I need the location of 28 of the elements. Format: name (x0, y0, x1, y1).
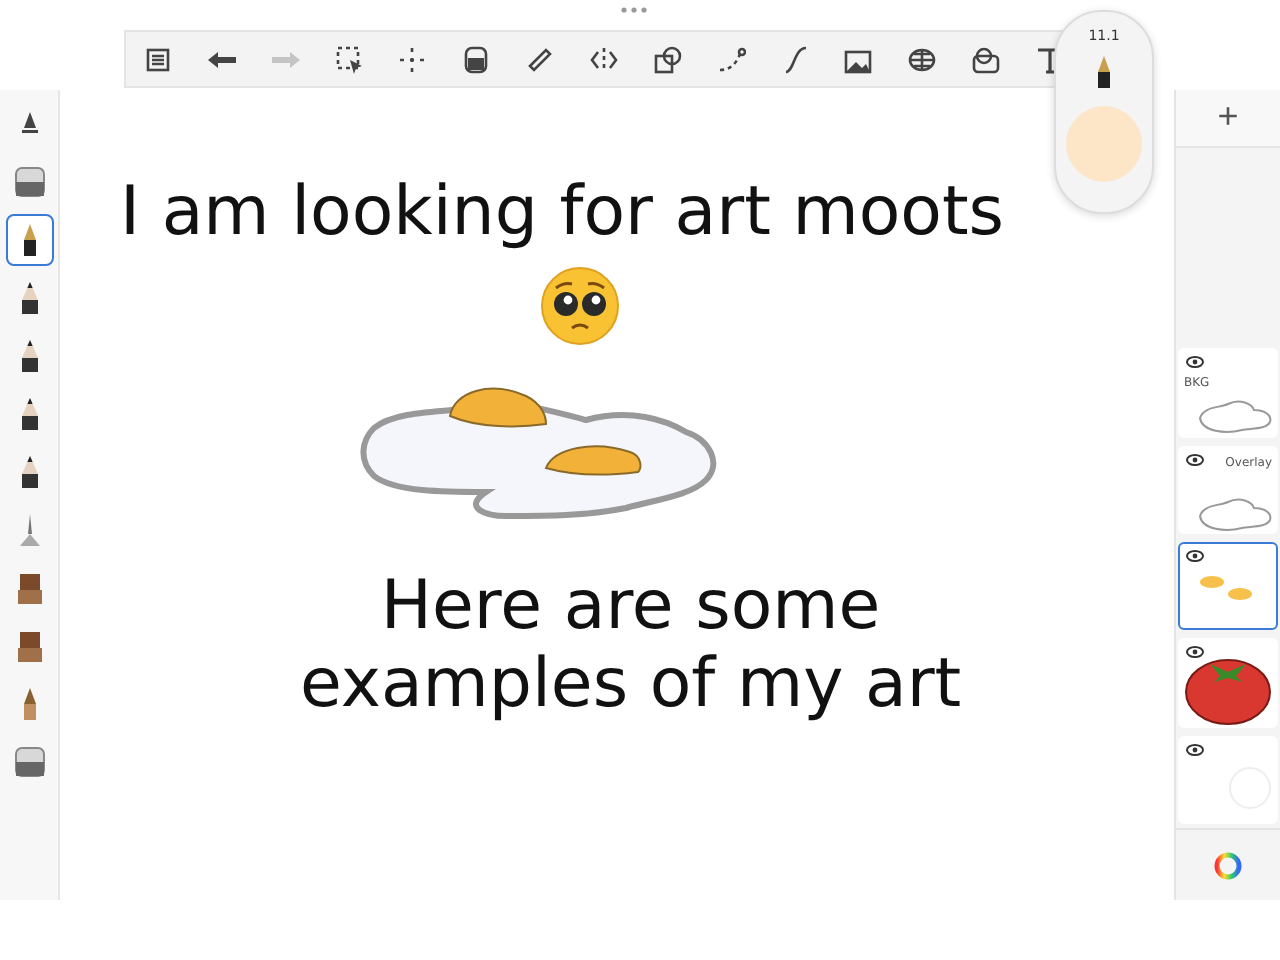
eye-icon[interactable] (1186, 453, 1204, 466)
pencil-icon (19, 280, 39, 316)
pencil-icon (19, 338, 39, 374)
eye-icon[interactable] (1186, 356, 1204, 369)
pencil-icon (19, 396, 39, 432)
eye-icon[interactable] (1186, 743, 1204, 756)
eye-icon[interactable] (1186, 646, 1204, 659)
pencil-icon (19, 454, 39, 490)
brush-button[interactable] (5, 214, 53, 266)
eye-icon[interactable] (1186, 550, 1204, 563)
nib-pen-icon (1096, 54, 1112, 90)
brush-color-swatch[interactable] (1066, 106, 1142, 182)
more-icon[interactable] (620, 6, 648, 14)
eraser-icon (13, 746, 45, 778)
add-layer-button[interactable]: + (1176, 90, 1280, 148)
paint-block-icon (15, 570, 43, 606)
pleading-face-icon (540, 266, 620, 346)
layer-item[interactable] (1178, 638, 1278, 728)
paint-block-icon (15, 628, 43, 664)
egg-yolks-thumbnail (1196, 572, 1256, 605)
nib-pen-icon (19, 222, 39, 258)
sketch-thumbnail (1194, 394, 1274, 435)
canvas-heading: I am looking for art moots (120, 172, 1004, 252)
marker-icon (19, 686, 39, 722)
color-wheel-icon[interactable] (1214, 851, 1242, 880)
canvas-caption: Here are some examples of my art (300, 568, 962, 725)
eraser-icon (13, 166, 45, 198)
pen-icon (17, 110, 41, 138)
